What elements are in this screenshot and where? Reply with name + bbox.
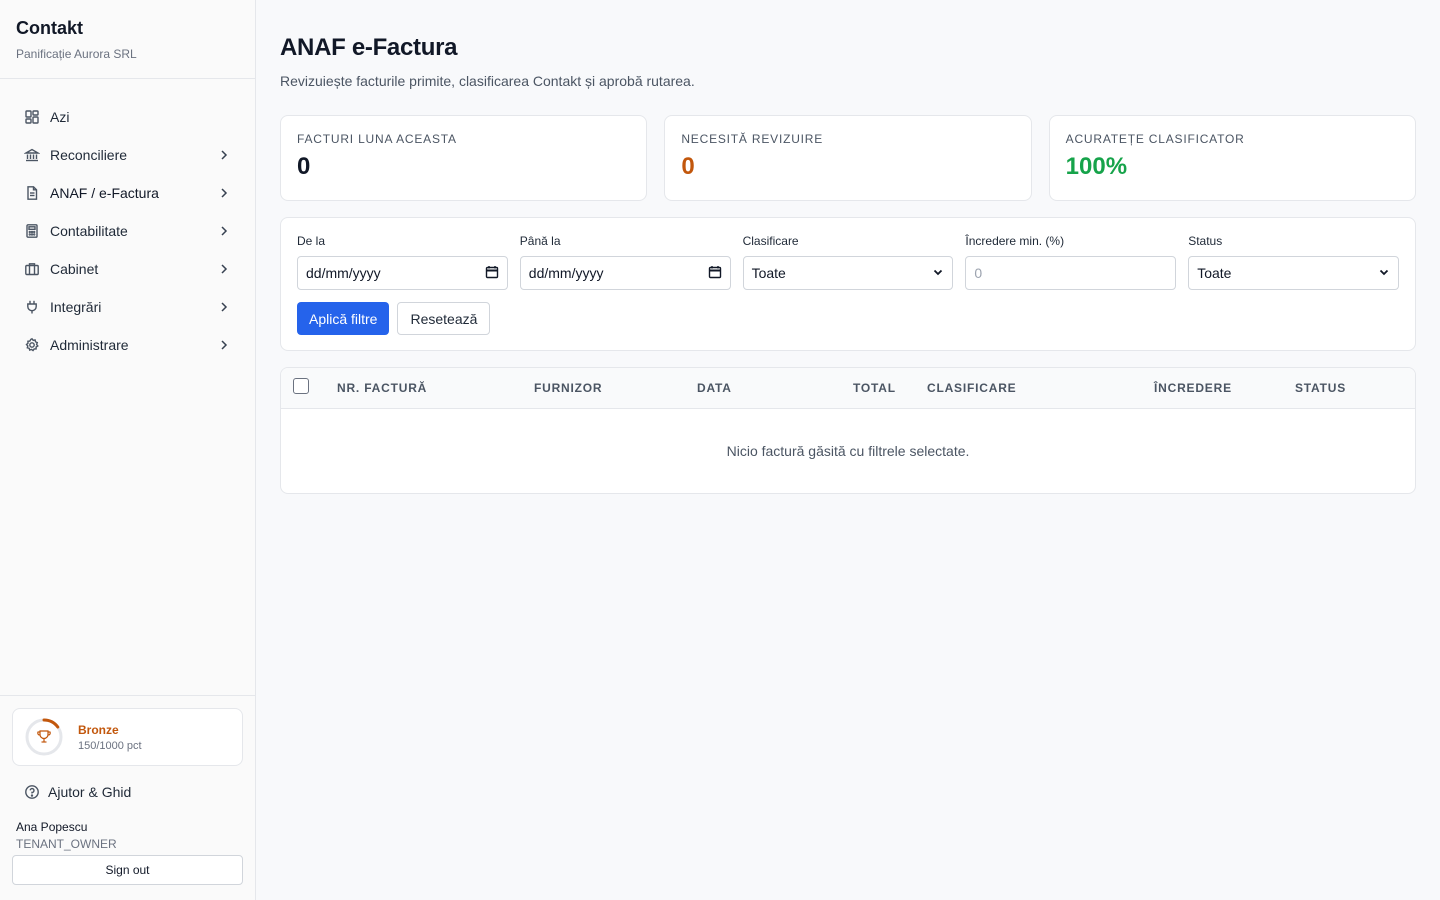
sign-out-button[interactable]: Sign out xyxy=(12,855,243,885)
column-header-invoice-no[interactable]: NR. FACTURĂ xyxy=(337,381,427,395)
sidebar-item-integrari[interactable]: Integrări xyxy=(12,288,243,326)
company-name: Panificație Aurora SRL xyxy=(16,47,137,61)
sidebar-item-label: Reconciliere xyxy=(50,147,128,163)
classification-select[interactable]: Toate xyxy=(742,256,954,290)
sidebar: Contakt Panificație Aurora SRL Azi Recon… xyxy=(0,0,256,900)
chevron-right-icon xyxy=(217,148,231,162)
help-circle-icon xyxy=(24,784,40,800)
stat-label: ACURATEȚE CLASIFICATOR xyxy=(1065,132,1245,146)
sidebar-item-label: ANAF / e-Factura xyxy=(50,185,159,201)
date-from-input[interactable]: dd/mm/yyyy xyxy=(297,256,508,290)
stat-card-invoices-month: FACTURI LUNA ACEASTA 0 xyxy=(280,115,648,201)
main-content: ANAF e-Factura Revizuiește facturile pri… xyxy=(280,34,1416,494)
status-select[interactable]: Toate xyxy=(1188,256,1399,290)
tier-card[interactable]: Bronze 150/1000 pct xyxy=(12,708,243,766)
bank-icon xyxy=(24,147,40,163)
filter-label-to: Până la xyxy=(519,234,561,248)
date-to-input[interactable]: dd/mm/yyyy xyxy=(519,256,731,290)
calendar-icon[interactable] xyxy=(485,265,499,282)
stat-value: 100% xyxy=(1065,153,1128,180)
briefcase-icon xyxy=(24,261,40,277)
filter-label-confidence: Încredere min. (%) xyxy=(965,234,1065,248)
brand-name[interactable]: Contakt xyxy=(16,18,239,39)
sidebar-footer: Bronze 150/1000 pct Ajutor & Ghid Ana Po… xyxy=(0,695,255,900)
gear-icon xyxy=(24,337,40,353)
sidebar-nav: Azi Reconciliere ANAF / e-Factura Contab… xyxy=(0,79,255,364)
user-name: Ana Popescu xyxy=(16,820,88,834)
stat-card-classifier-accuracy: ACURATEȚE CLASIFICATOR 100% xyxy=(1048,115,1416,201)
sidebar-item-anaf-efactura[interactable]: ANAF / e-Factura xyxy=(12,174,243,212)
plug-icon xyxy=(24,299,40,315)
stat-value: 0 xyxy=(297,153,311,180)
column-header-total[interactable]: TOTAL xyxy=(853,381,896,395)
sidebar-item-cabinet[interactable]: Cabinet xyxy=(12,250,243,288)
chevron-right-icon xyxy=(217,186,231,200)
chevron-right-icon xyxy=(217,300,231,314)
sidebar-item-azi[interactable]: Azi xyxy=(12,98,243,136)
stat-label: FACTURI LUNA ACEASTA xyxy=(297,132,457,146)
sidebar-item-reconciliere[interactable]: Reconciliere xyxy=(12,136,243,174)
table-header: NR. FACTURĂ FURNIZOR DATA TOTAL CLASIFIC… xyxy=(281,368,1415,409)
invoices-table: NR. FACTURĂ FURNIZOR DATA TOTAL CLASIFIC… xyxy=(280,367,1416,494)
stat-value: 0 xyxy=(681,153,695,180)
chevron-down-icon xyxy=(1378,265,1390,281)
tier-name: Bronze xyxy=(78,722,119,737)
help-label: Ajutor & Ghid xyxy=(48,784,132,800)
user-role: TENANT_OWNER xyxy=(16,837,117,851)
page-subtitle: Revizuiește facturile primite, clasifica… xyxy=(280,73,695,89)
sidebar-item-label: Administrare xyxy=(50,337,129,353)
brand: Contakt Panificație Aurora SRL xyxy=(0,0,255,79)
tier-points: 150/1000 pct xyxy=(78,739,142,752)
sidebar-item-label: Azi xyxy=(50,109,70,125)
column-header-supplier[interactable]: FURNIZOR xyxy=(534,381,602,395)
apply-filters-button[interactable]: Aplică filtre xyxy=(297,302,390,335)
chevron-right-icon xyxy=(217,338,231,352)
chevron-right-icon xyxy=(217,262,231,276)
sidebar-item-label: Cabinet xyxy=(50,261,99,277)
min-confidence-input[interactable]: 0 xyxy=(965,256,1177,290)
sidebar-item-label: Integrări xyxy=(50,299,102,315)
help-link[interactable]: Ajutor & Ghid xyxy=(12,774,243,810)
stat-label: NECESITĂ REVIZUIRE xyxy=(681,132,824,146)
tier-progress-ring xyxy=(25,718,63,756)
chevron-right-icon xyxy=(217,224,231,238)
filter-label-status: Status xyxy=(1188,234,1223,248)
trophy-icon xyxy=(37,730,51,743)
filter-label-from: De la xyxy=(297,234,326,248)
stat-card-needs-review: NECESITĂ REVIZUIRE 0 xyxy=(664,115,1032,201)
calculator-icon xyxy=(24,223,40,239)
sidebar-item-label: Contabilitate xyxy=(50,223,128,239)
sidebar-item-contabilitate[interactable]: Contabilitate xyxy=(12,212,243,250)
column-header-classification[interactable]: CLASIFICARE xyxy=(927,381,1016,395)
calendar-icon[interactable] xyxy=(708,265,722,282)
filters-panel: De la dd/mm/yyyy Până la dd/mm/yyyy Clas… xyxy=(280,217,1416,351)
document-icon xyxy=(24,185,40,201)
chevron-down-icon xyxy=(932,265,944,281)
dashboard-icon xyxy=(24,109,40,125)
reset-filters-button[interactable]: Resetează xyxy=(397,302,491,335)
select-all-checkbox[interactable] xyxy=(293,378,309,394)
sidebar-item-administrare[interactable]: Administrare xyxy=(12,326,243,364)
empty-state-message: Nicio factură găsită cu filtrele selecta… xyxy=(726,443,970,459)
stats-row: FACTURI LUNA ACEASTA 0 NECESITĂ REVIZUIR… xyxy=(280,115,1416,201)
column-header-status[interactable]: STATUS xyxy=(1295,381,1346,395)
filter-label-classification: Clasificare xyxy=(742,234,799,248)
column-header-confidence[interactable]: ÎNCREDERE xyxy=(1154,381,1232,395)
column-header-date[interactable]: DATA xyxy=(697,381,732,395)
page-title: ANAF e-Factura xyxy=(280,34,458,61)
